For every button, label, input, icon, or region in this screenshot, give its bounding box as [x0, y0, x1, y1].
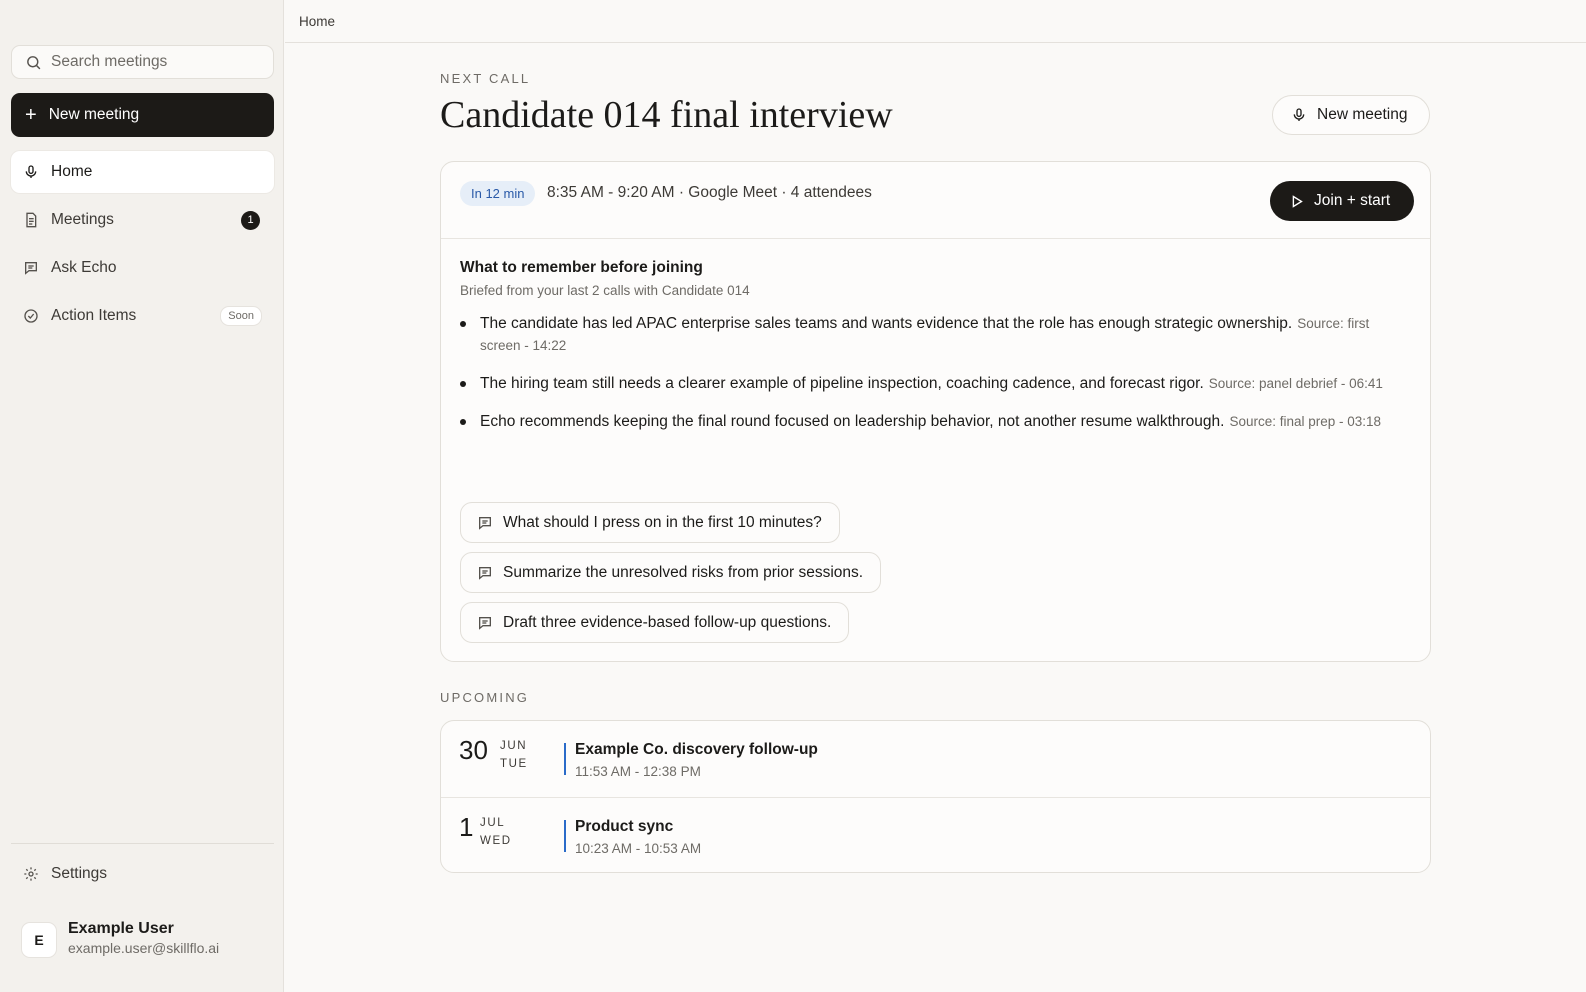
bullet-source: Source: final prep - 03:18 — [1229, 414, 1382, 429]
bullet-source: Source: panel debrief - 06:41 — [1208, 376, 1383, 391]
page-title: Candidate 014 final interview — [440, 94, 893, 136]
search-icon — [27, 55, 41, 69]
next-call-eyebrow: NEXT CALL — [440, 71, 531, 86]
search-box[interactable] — [11, 45, 274, 79]
meeting-time: 10:23 AM - 10:53 AM — [575, 841, 702, 856]
sidebar-item-action-items[interactable]: Action Items Soon — [11, 295, 274, 337]
sidebar-item-label: Action Items — [51, 307, 137, 324]
bullet-text: The candidate has led APAC enterprise sa… — [480, 315, 1293, 332]
upcoming-eyebrow: UPCOMING — [440, 690, 530, 705]
plus-icon: + — [25, 104, 37, 126]
gear-icon — [22, 865, 40, 883]
sidebar-item-label: Settings — [51, 865, 108, 882]
breadcrumb[interactable]: Home — [299, 14, 335, 29]
accent-bar — [564, 743, 566, 775]
meeting-title: Product sync — [575, 818, 674, 835]
sidebar-divider — [11, 843, 274, 844]
top-bar: Home — [285, 0, 1586, 43]
meeting-day: 1 — [459, 812, 474, 842]
brief-title: What to remember before joining — [460, 259, 703, 276]
check-circle-icon — [22, 307, 40, 325]
soon-badge: Soon — [220, 306, 262, 326]
sidebar-item-label: Meetings — [51, 211, 114, 228]
user-name: Example User — [68, 920, 174, 937]
sidebar-item-home[interactable]: Home — [11, 151, 274, 193]
meeting-weekday: WED — [480, 835, 512, 847]
document-icon — [22, 211, 40, 229]
brief-bullet: The hiring team still needs a clearer ex… — [460, 373, 1410, 395]
meeting-month: JUL — [480, 817, 506, 829]
brief-bullet-list: The candidate has led APAC enterprise sa… — [460, 313, 1410, 449]
sidebar-item-label: Ask Echo — [51, 259, 117, 276]
brief-subtitle: Briefed from your last 2 calls with Cand… — [460, 283, 750, 298]
meeting-meta: 8:35 AM - 9:20 AM · Google Meet · 4 atte… — [547, 184, 872, 201]
play-icon — [1292, 194, 1303, 208]
mic-icon — [1293, 108, 1305, 121]
brief-bullet: The candidate has led APAC enterprise sa… — [460, 313, 1410, 357]
prompt-label: What should I press on in the first 10 m… — [503, 513, 822, 531]
mic-icon — [22, 163, 40, 181]
new-meeting-button[interactable]: + New meeting — [11, 93, 274, 137]
chat-icon — [22, 259, 40, 277]
new-meeting-label: New meeting — [1317, 106, 1408, 123]
user-email: example.user@skillflo.ai — [68, 940, 220, 956]
meetings-count-badge: 1 — [241, 210, 260, 230]
next-call-card: In 12 min 8:35 AM - 9:20 AM · Google Mee… — [440, 161, 1431, 662]
sidebar-item-settings[interactable]: Settings — [11, 853, 274, 895]
suggested-prompt-button[interactable]: Summarize the unresolved risks from prio… — [460, 552, 882, 593]
new-meeting-label: New meeting — [48, 106, 140, 123]
avatar[interactable]: E — [21, 922, 57, 958]
bullet-text: Echo recommends keeping the final round … — [480, 413, 1225, 430]
chat-icon — [479, 616, 491, 630]
new-meeting-button-main[interactable]: New meeting — [1272, 95, 1430, 135]
sidebar-item-label: Home — [51, 163, 93, 180]
join-start-label: Join + start — [1314, 192, 1391, 209]
chat-icon — [479, 516, 491, 530]
upcoming-meeting-row[interactable]: 1 JUL WED Product sync 10:23 AM - 10:53 … — [441, 797, 1430, 872]
bullet-text: The hiring team still needs a clearer ex… — [480, 375, 1204, 392]
suggested-prompt-button[interactable]: What should I press on in the first 10 m… — [460, 502, 840, 543]
meeting-title: Example Co. discovery follow-up — [575, 741, 818, 758]
chat-icon — [479, 566, 491, 580]
prompt-label: Draft three evidence-based follow-up que… — [503, 613, 832, 631]
meeting-time: 11:53 AM - 12:38 PM — [575, 764, 701, 779]
next-call-header: In 12 min 8:35 AM - 9:20 AM · Google Mee… — [441, 162, 1430, 239]
sidebar: + New meeting Home Meetings 1 Ask Echo A… — [0, 0, 284, 992]
upcoming-meeting-row[interactable]: 30 JUN TUE Example Co. discovery follow-… — [441, 721, 1430, 797]
sidebar-item-meetings[interactable]: Meetings 1 — [11, 199, 274, 241]
join-start-button[interactable]: Join + start — [1270, 181, 1414, 221]
meeting-month: JUN — [500, 740, 528, 752]
prompt-label: Summarize the unresolved risks from prio… — [503, 563, 864, 581]
time-until-badge: In 12 min — [460, 181, 536, 206]
meeting-day: 30 — [459, 735, 488, 765]
brief-bullet: Echo recommends keeping the final round … — [460, 411, 1410, 433]
meeting-weekday: TUE — [500, 758, 528, 770]
upcoming-list: 30 JUN TUE Example Co. discovery follow-… — [440, 720, 1431, 873]
sidebar-item-ask-echo[interactable]: Ask Echo — [11, 247, 274, 289]
suggested-prompt-button[interactable]: Draft three evidence-based follow-up que… — [460, 602, 850, 643]
search-input[interactable] — [51, 53, 261, 71]
accent-bar — [564, 820, 566, 852]
